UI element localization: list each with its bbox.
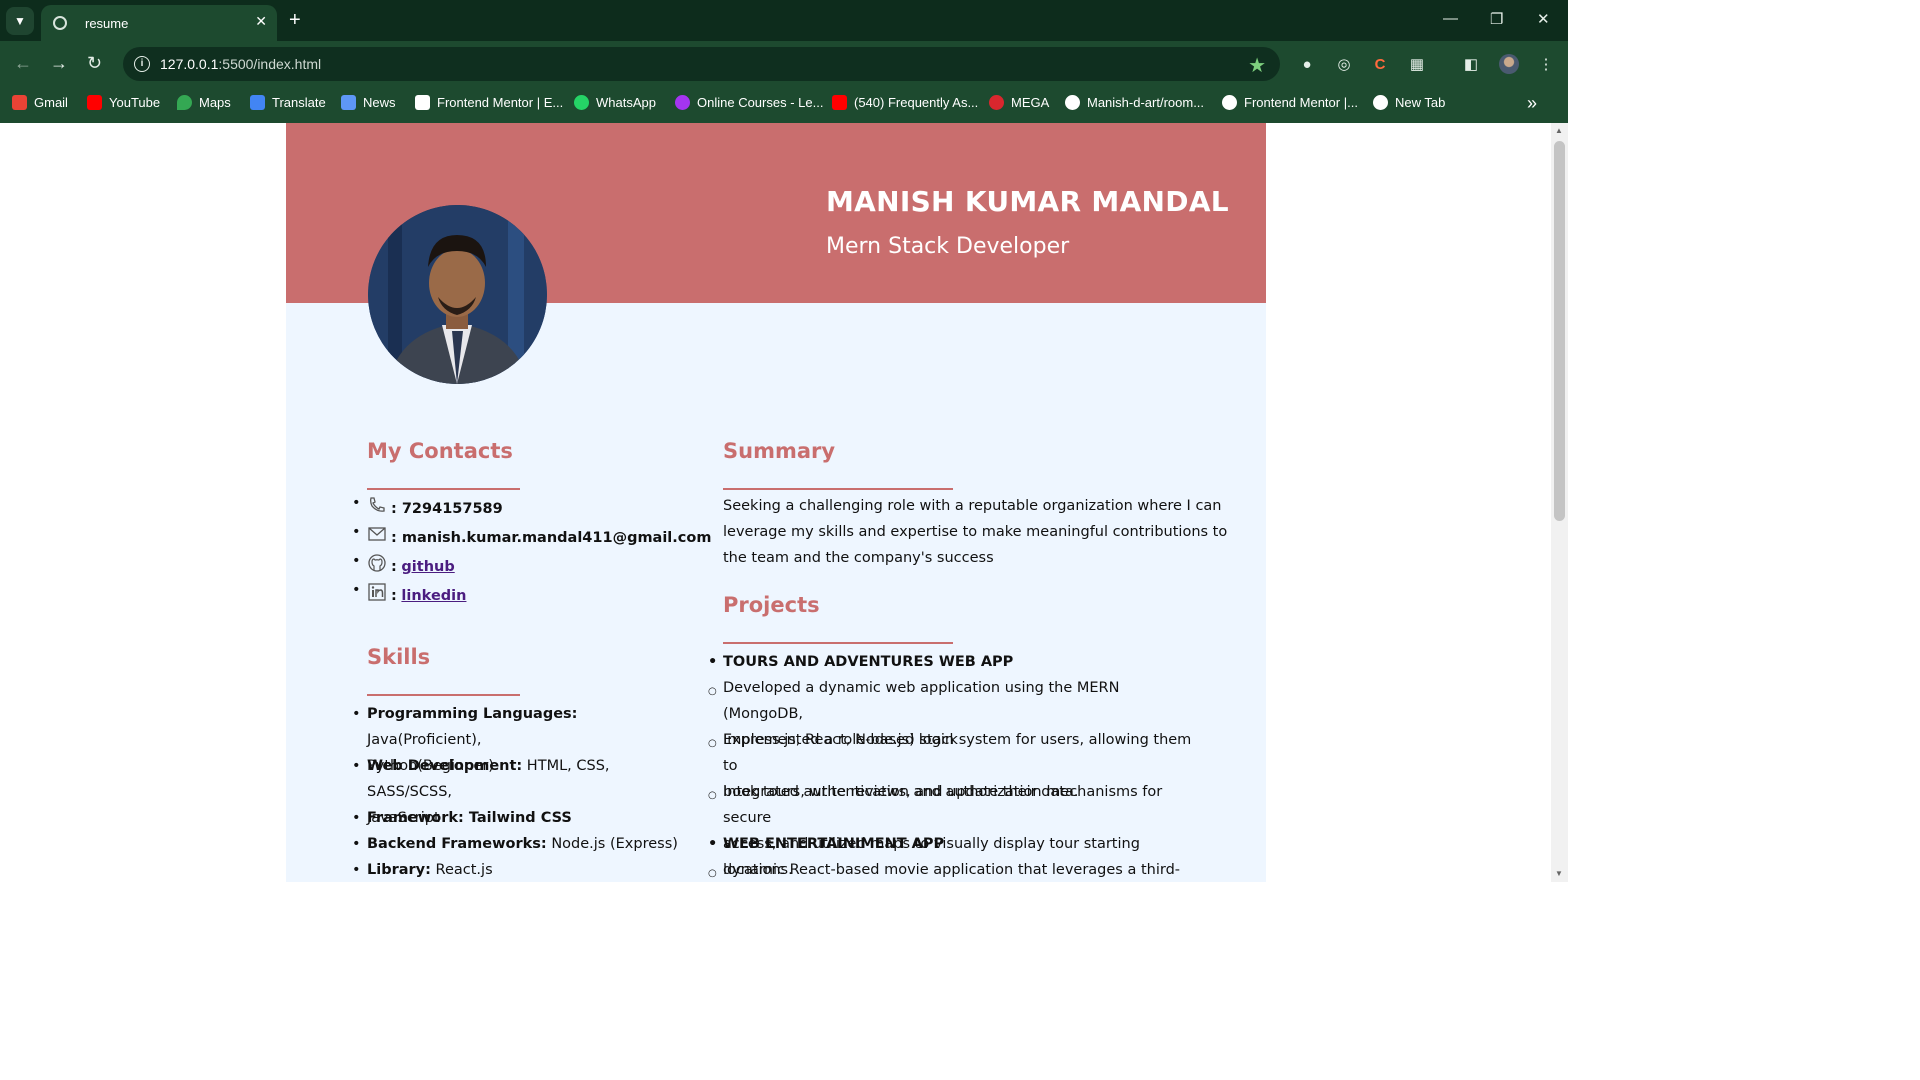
bookmark-youtube-faq[interactable]: (540) Frequently As... <box>832 95 978 110</box>
contacts-divider <box>367 488 520 490</box>
skills-heading: Skills <box>367 645 431 669</box>
job-title: Mern Stack Developer <box>826 234 1070 259</box>
full-name: MANISH KUMAR MANDAL <box>826 185 1229 218</box>
bookmark-maps[interactable]: Maps <box>177 95 231 110</box>
close-window-button[interactable]: ✕ <box>1537 10 1550 28</box>
side-panel-icon[interactable]: ◧ <box>1461 54 1481 74</box>
project-detail: dynamic React-based movie application th… <box>708 857 1193 882</box>
linkedin-icon <box>368 583 386 601</box>
summary-text: Seeking a challenging role with a reputa… <box>723 498 1228 566</box>
browser-toolbar: ← → ↻ i 127.0.0.1:5500/index.html ★ ● ◎ … <box>0 41 1568 87</box>
resume-container: MANISH KUMAR MANDAL Mern Stack Developer… <box>286 123 1266 882</box>
projects-divider <box>723 642 953 644</box>
contact-phone: : 7294157589 <box>352 495 503 517</box>
tab-title: resume <box>85 15 129 31</box>
tab-strip: ▼ resume ✕ + — ❐ ✕ <box>0 0 1568 41</box>
active-tab[interactable]: resume ✕ <box>41 5 277 41</box>
scroll-up-arrow[interactable]: ▲ <box>1555 126 1563 135</box>
bookmark-frontend-mentor[interactable]: Frontend Mentor | E... <box>415 95 563 110</box>
skill-item: Backend Frameworks: Node.js (Express) <box>352 831 678 857</box>
scroll-thumb[interactable] <box>1554 141 1565 521</box>
contact-linkedin: : linkedin <box>352 582 467 604</box>
bookmark-youtube[interactable]: YouTube <box>87 95 160 110</box>
skill-item: Framework: Tailwind CSS <box>352 805 572 831</box>
extensions-puzzle-icon[interactable]: ▦ <box>1407 54 1427 74</box>
news-icon <box>341 95 356 110</box>
bookmark-frontend-mentor-2[interactable]: Frontend Mentor |... <box>1222 95 1358 110</box>
bookmarks-bar: Gmail YouTube Maps Translate News Fronte… <box>0 87 1568 123</box>
skill-item: Library: React.js <box>352 857 493 882</box>
whatsapp-icon <box>574 95 589 110</box>
bookmark-online-courses[interactable]: Online Courses - Le... <box>675 95 823 110</box>
linkedin-link[interactable]: linkedin <box>401 588 466 604</box>
project-title: TOURS AND ADVENTURES WEB APP <box>708 649 1013 675</box>
close-tab-icon[interactable]: ✕ <box>255 13 267 30</box>
github-icon <box>368 554 386 572</box>
bookmark-gmail[interactable]: Gmail <box>12 95 68 110</box>
contact-email: : manish.kumar.mandal411@gmail.com <box>352 524 711 546</box>
bookmark-new-tab[interactable]: New Tab <box>1373 95 1445 110</box>
extension-c-icon[interactable]: C <box>1370 54 1390 74</box>
profile-photo <box>368 205 547 384</box>
bookmark-star-icon[interactable]: ★ <box>1248 53 1266 78</box>
udemy-icon <box>675 95 690 110</box>
bookmark-whatsapp[interactable]: WhatsApp <box>574 95 656 110</box>
extension-icon[interactable]: ● <box>1297 54 1317 74</box>
bookmark-mega[interactable]: MEGA <box>989 95 1049 110</box>
globe-icon <box>1373 95 1388 110</box>
scroll-down-arrow[interactable]: ▼ <box>1555 869 1563 878</box>
address-bar[interactable]: i 127.0.0.1:5500/index.html ★ <box>123 47 1280 81</box>
phone-icon <box>370 497 385 512</box>
minimize-button[interactable]: — <box>1443 10 1458 27</box>
bookmark-github-repo[interactable]: Manish-d-art/room... <box>1065 95 1204 110</box>
back-icon[interactable]: ← <box>14 53 32 74</box>
bookmark-news[interactable]: News <box>341 95 396 110</box>
more-bookmarks-icon[interactable]: » <box>1527 93 1537 114</box>
projects-heading: Projects <box>723 593 820 617</box>
skills-divider <box>367 694 520 696</box>
menu-kebab-icon[interactable]: ⋮ <box>1536 54 1556 74</box>
summary-divider <box>723 488 953 490</box>
site-info-icon[interactable]: i <box>134 56 150 72</box>
extension-target-icon[interactable]: ◎ <box>1334 54 1354 74</box>
translate-icon <box>250 95 265 110</box>
summary-heading: Summary <box>723 439 836 463</box>
github-icon <box>1065 95 1080 110</box>
github-link[interactable]: github <box>401 559 454 575</box>
contacts-heading: My Contacts <box>367 439 513 463</box>
maps-icon <box>177 95 192 110</box>
project-title: WEB ENTERTAINIMENT APP <box>708 831 944 857</box>
youtube-icon <box>832 95 847 110</box>
profile-avatar[interactable] <box>1499 54 1519 74</box>
frontend-mentor-icon <box>415 95 430 110</box>
reload-icon[interactable]: ↻ <box>87 53 102 74</box>
page-viewport: MANISH KUMAR MANDAL Mern Stack Developer… <box>0 123 1551 882</box>
page-scrollbar[interactable]: ▲ ▼ <box>1551 123 1568 882</box>
mega-icon <box>989 95 1004 110</box>
url-text[interactable]: 127.0.0.1:5500/index.html <box>160 56 321 72</box>
youtube-icon <box>87 95 102 110</box>
forward-icon[interactable]: → <box>50 53 68 74</box>
globe-icon <box>53 16 67 30</box>
globe-icon <box>1222 95 1237 110</box>
bookmark-translate[interactable]: Translate <box>250 95 326 110</box>
new-tab-button[interactable]: + <box>289 8 301 32</box>
restore-button[interactable]: ❐ <box>1490 10 1503 28</box>
gmail-icon <box>12 95 27 110</box>
email-icon <box>368 527 386 541</box>
contact-github: : github <box>352 553 455 575</box>
tab-search-button[interactable]: ▼ <box>6 7 34 35</box>
